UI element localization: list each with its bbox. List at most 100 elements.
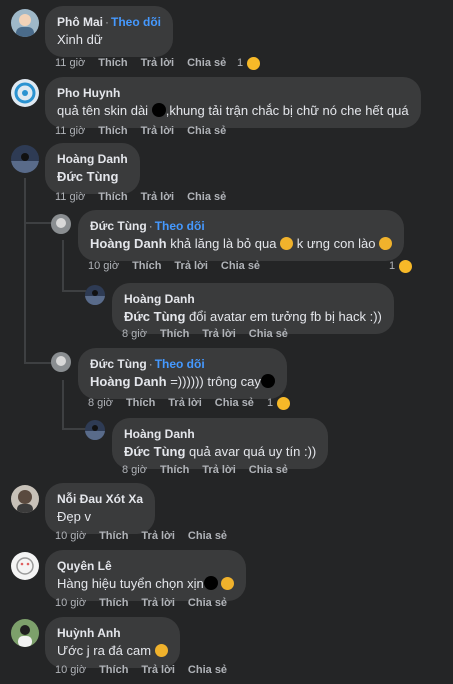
reply-button[interactable]: Trả lời (141, 191, 175, 203)
follow-link[interactable]: Theo dõi (111, 15, 161, 29)
reaction-count[interactable]: 1 (237, 54, 263, 72)
thread-line (24, 362, 54, 364)
timestamp[interactable]: 8 giờ (122, 328, 147, 340)
like-button[interactable]: Thích (99, 530, 128, 542)
timestamp[interactable]: 10 giờ (55, 664, 86, 676)
like-button[interactable]: Thích (99, 597, 128, 609)
like-button[interactable]: Thích (160, 328, 189, 340)
reply-button[interactable]: Trả lời (202, 464, 236, 476)
comment-text: =)))))) trông cay (170, 374, 261, 389)
comment-text: Ước j ra đá cam (57, 643, 152, 658)
author-name[interactable]: Nỗi Đau Xót Xa (57, 490, 143, 508)
redacted-emoji-icon (260, 374, 275, 388)
share-button[interactable]: Chia sẻ (221, 260, 260, 272)
author-name[interactable]: Hoàng Danh (57, 150, 128, 168)
follow-link[interactable]: Theo dõi (155, 219, 205, 233)
comment-bubble: Phô Mai · Theo dõi Xinh dữ (45, 6, 174, 57)
thread-line (62, 290, 86, 292)
share-button[interactable]: Chia sẻ (249, 464, 288, 476)
avatar[interactable] (11, 145, 39, 173)
comment-text: quả avar quá uy tín :)) (189, 444, 317, 459)
share-button[interactable]: Chia sẻ (249, 328, 288, 340)
thread-line (62, 428, 86, 430)
comment-actions: 8 giờ Thích Trả lời Chia sẻ (88, 395, 267, 411)
reply-bubble: Đức Tùng · Theo dõi Hoàng Danh khả lăng là… (78, 210, 405, 261)
share-button[interactable]: Chia sẻ (187, 191, 226, 203)
comment-text: Đẹp v (57, 509, 91, 524)
avatar[interactable] (85, 420, 105, 440)
haha-reaction-icon (245, 54, 263, 72)
reply-button[interactable]: Trả lời (168, 397, 202, 409)
timestamp[interactable]: 8 giờ (88, 397, 113, 409)
mention-link[interactable]: Đức Tùng (124, 309, 185, 324)
comment-bubble: Pho Huynh quả tên skin dài ,khung tải tr… (45, 77, 421, 128)
share-button[interactable]: Chia sẻ (215, 397, 254, 409)
thread-line (24, 222, 54, 224)
follow-link[interactable]: Theo dõi (155, 357, 205, 371)
author-name[interactable]: Huỳnh Anh (57, 624, 168, 642)
mention-link[interactable]: Hoàng Danh (90, 236, 167, 251)
reply-button[interactable]: Trả lời (202, 328, 236, 340)
reaction-count[interactable]: 1 (389, 257, 415, 275)
author-name[interactable]: Quyên Lê (57, 557, 234, 575)
reply-bubble: Đức Tùng · Theo dõi Hoàng Danh =)))))) trô… (78, 348, 287, 399)
comment-text: khung tải trận chắc bị chữ nó che hết qu… (169, 103, 409, 118)
like-button[interactable]: Thích (99, 664, 128, 676)
share-button[interactable]: Chia sẻ (188, 597, 227, 609)
reply-button[interactable]: Trả lời (141, 597, 175, 609)
avatar[interactable] (11, 552, 39, 580)
avatar[interactable] (11, 619, 39, 647)
timestamp[interactable]: 10 giờ (88, 260, 119, 272)
thread-line (62, 380, 64, 430)
like-button[interactable]: Thích (132, 260, 161, 272)
comment-text: k ưng con lào (296, 236, 376, 251)
author-name[interactable]: Đức Tùng (90, 357, 147, 371)
reply-button[interactable]: Trả lời (141, 57, 175, 69)
like-button[interactable]: Thích (126, 397, 155, 409)
avatar[interactable] (11, 79, 39, 107)
haha-reaction-icon (397, 257, 415, 275)
timestamp[interactable]: 8 giờ (122, 464, 147, 476)
comment-bubble: Huỳnh Anh Ước j ra đá cam (45, 617, 180, 668)
reply-button[interactable]: Trả lời (141, 125, 175, 137)
mention-link[interactable]: Đức Tùng (57, 169, 118, 184)
timestamp[interactable]: 11 giờ (55, 191, 85, 203)
crying-emoji-icon (154, 644, 168, 657)
comment-text: Hàng hiệu tuyển chọn xịn (57, 576, 204, 591)
author-name[interactable]: Hoàng Danh (124, 290, 382, 308)
avatar[interactable] (51, 352, 71, 372)
mention-link[interactable]: Đức Tùng (124, 444, 185, 459)
thread-line (62, 240, 64, 292)
like-button[interactable]: Thích (160, 464, 189, 476)
like-button[interactable]: Thích (98, 57, 127, 69)
author-name[interactable]: Pho Huynh (57, 84, 409, 102)
avatar[interactable] (85, 285, 105, 305)
comment-text: khả lăng là bỏ qua (170, 236, 277, 251)
share-button[interactable]: Chia sẻ (187, 125, 226, 137)
timestamp[interactable]: 10 giờ (55, 530, 86, 542)
avatar[interactable] (11, 485, 39, 513)
thread-line (24, 178, 26, 364)
avatar[interactable] (11, 9, 39, 37)
redacted-emoji-icon (203, 576, 218, 590)
comment-actions: 11 giờ Thích Trả lời Chia sẻ (55, 123, 239, 139)
comment-text: quả tên skin dài (57, 103, 149, 118)
timestamp[interactable]: 11 giờ (55, 57, 85, 69)
author-name[interactable]: Đức Tùng (90, 219, 147, 233)
comment-actions: 10 giờ Thích Trả lời Chia sẻ (55, 662, 240, 678)
author-name[interactable]: Phô Mai (57, 15, 103, 29)
reply-button[interactable]: Trả lời (141, 664, 175, 676)
avatar[interactable] (51, 214, 71, 234)
share-button[interactable]: Chia sẻ (188, 530, 227, 542)
reaction-count[interactable]: 1 (267, 394, 293, 412)
share-button[interactable]: Chia sẻ (187, 57, 226, 69)
mention-link[interactable]: Hoàng Danh (90, 374, 167, 389)
timestamp[interactable]: 10 giờ (55, 597, 86, 609)
share-button[interactable]: Chia sẻ (188, 664, 227, 676)
like-button[interactable]: Thích (98, 125, 127, 137)
reply-button[interactable]: Trả lời (174, 260, 208, 272)
timestamp[interactable]: 11 giờ (55, 125, 85, 137)
author-name[interactable]: Hoàng Danh (124, 425, 316, 443)
like-button[interactable]: Thích (98, 191, 127, 203)
reply-button[interactable]: Trả lời (141, 530, 175, 542)
